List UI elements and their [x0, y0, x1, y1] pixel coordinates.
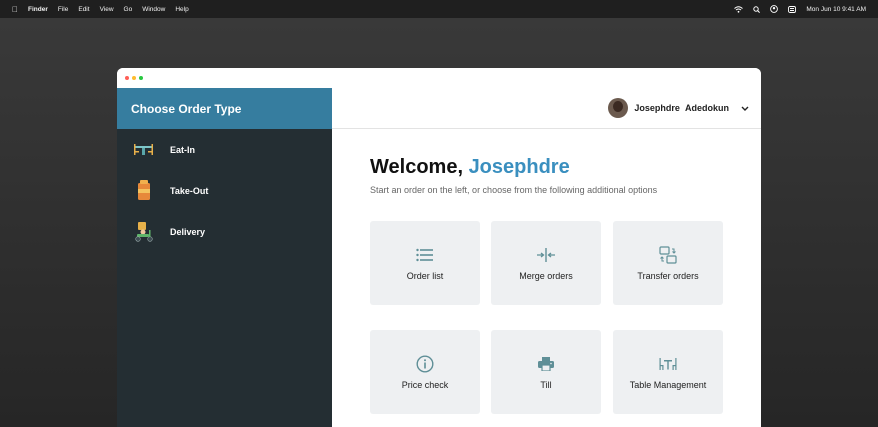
transfer-icon	[659, 245, 677, 265]
main-content: Josephdre Adedokun Welcome, Josephdre St…	[332, 88, 761, 427]
info-icon	[416, 354, 434, 374]
order-type-delivery[interactable]: Delivery	[117, 211, 332, 252]
till-button[interactable]: Till	[491, 330, 601, 414]
welcome-section: Welcome, Josephdre Start an order on the…	[370, 156, 761, 195]
minimize-window-button[interactable]	[132, 76, 136, 80]
order-type-label: Take-Out	[170, 185, 209, 196]
welcome-subtitle: Start an order on the left, or choose fr…	[370, 185, 658, 195]
user-name[interactable]: Josephdre Adedokun	[634, 103, 729, 113]
app-window: Choose Order Type Eat-In Take-Out Delive…	[117, 68, 761, 427]
card-label: Order list	[406, 271, 444, 281]
user-account-icon[interactable]	[770, 5, 779, 13]
welcome-heading: Welcome, Josephdre	[370, 156, 761, 179]
search-icon[interactable]	[753, 5, 761, 13]
dining-table-icon	[133, 139, 154, 160]
card-label: Transfer orders	[637, 271, 699, 281]
order-type-take-out[interactable]: Take-Out	[117, 170, 332, 211]
macos-menu-bar:  Finder File Edit View Go Window Help M…	[0, 0, 878, 18]
merge-orders-button[interactable]: Merge orders	[491, 221, 601, 305]
zoom-window-button[interactable]	[139, 76, 143, 80]
sidebar-title: Choose Order Type	[117, 88, 332, 129]
table-management-button[interactable]: Table Management	[613, 330, 723, 414]
transfer-orders-button[interactable]: Transfer orders	[613, 221, 723, 305]
merge-icon	[537, 245, 555, 265]
delivery-scooter-icon	[133, 221, 154, 242]
menu-items: Finder File Edit View Go Window Help	[28, 6, 189, 13]
order-list-button[interactable]: Order list	[370, 221, 480, 305]
card-label: Price check	[401, 380, 449, 390]
order-type-sidebar: Choose Order Type Eat-In Take-Out Delive…	[117, 88, 332, 427]
chevron-down-icon[interactable]	[741, 103, 749, 113]
order-type-eat-in[interactable]: Eat-In	[117, 129, 332, 170]
menu-edit[interactable]: Edit	[78, 6, 89, 13]
card-label: Merge orders	[519, 271, 573, 281]
user-header: Josephdre Adedokun	[332, 88, 761, 129]
close-window-button[interactable]	[125, 76, 129, 80]
menu-clock[interactable]: Mon Jun 10 9:41 AM	[806, 6, 866, 13]
price-check-button[interactable]: Price check	[370, 330, 480, 414]
menu-help[interactable]: Help	[175, 6, 188, 13]
menu-file[interactable]: File	[58, 6, 68, 13]
status-area: Mon Jun 10 9:41 AM	[734, 5, 866, 13]
menu-app-finder[interactable]: Finder	[28, 6, 48, 13]
avatar[interactable]	[608, 98, 629, 118]
menu-view[interactable]: View	[100, 6, 114, 13]
order-type-label: Eat-In	[170, 144, 196, 155]
wifi-icon[interactable]	[734, 5, 744, 13]
welcome-prefix: Welcome,	[370, 156, 469, 178]
printer-icon	[538, 354, 554, 374]
card-label: Table Management	[629, 380, 707, 390]
takeout-bag-icon	[133, 180, 154, 201]
list-icon	[416, 245, 434, 265]
window-titlebar	[117, 68, 761, 88]
order-type-label: Delivery	[170, 226, 206, 237]
menu-window[interactable]: Window	[142, 6, 165, 13]
card-label: Till	[540, 380, 552, 390]
welcome-user-name: Josephdre	[468, 156, 570, 178]
menu-go[interactable]: Go	[124, 6, 133, 13]
control-center-icon[interactable]	[788, 5, 797, 13]
table-icon	[659, 354, 677, 374]
apple-icon[interactable]: 	[12, 5, 18, 14]
